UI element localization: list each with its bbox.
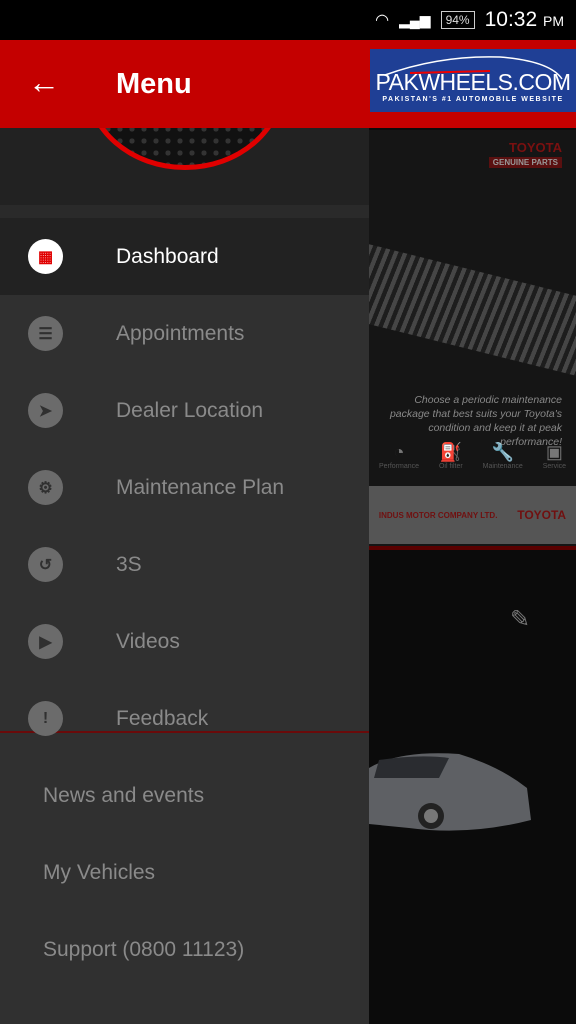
menu-item-support-0800-11123[interactable]: Support (0800 11123) (0, 911, 369, 988)
edit-pencil-icon[interactable]: ✎ (510, 605, 530, 634)
play-icon: ▶ (28, 624, 63, 659)
car-outline-icon (384, 56, 563, 80)
performance-icon: ◔ Performance (378, 442, 420, 470)
wifi-icon: ◠ (375, 12, 390, 29)
battery-indicator: 94% (440, 11, 475, 29)
banner-footer: INDUS MOTOR COMPANY LTD. TOYOTA (369, 486, 576, 544)
banner-copy: Choose a periodic maintenance package th… (389, 394, 562, 448)
menu-item-label: Maintenance Plan (116, 475, 285, 499)
clock: 10:32 PM (484, 8, 564, 31)
menu-item-dealer-location[interactable]: ➤ Dealer Location (0, 372, 369, 449)
menu-item-feedback[interactable]: ! Feedback (0, 680, 369, 757)
menu-item-appointments[interactable]: ☰ Appointments (0, 295, 369, 372)
toyota-logo: TOYOTA GENUINE PARTS (488, 140, 562, 168)
menu-item-videos[interactable]: ▶ Videos (0, 603, 369, 680)
promo-banner[interactable]: TOYOTA GENUINE PARTS Choose a periodic ma… (369, 130, 576, 548)
banner-icons: ◔ Performance ⛽ Oil filter 🔧 Maintenance ▣ S… (369, 442, 576, 470)
pakwheels-logo[interactable]: PAKWHEELS.COM PAKISTAN'S #1 AUTOMOBILE W… (370, 49, 576, 112)
gear-wrench-icon: ⚙ (28, 470, 63, 505)
status-bar: ◠ ▂▄▆ 94% 10:32 PM (0, 0, 576, 40)
menu-item-3s[interactable]: ↺ 3S (0, 526, 369, 603)
menu-item-label: Dashboard (116, 244, 219, 268)
menu-item-label: Videos (116, 629, 180, 653)
menu-item-maintenance-plan[interactable]: ⚙ Maintenance Plan (0, 449, 369, 526)
service-icon: ▣ Service (542, 442, 567, 470)
menu-item-my-vehicles[interactable]: My Vehicles (0, 834, 369, 911)
oil-filter-icon: ⛽ Oil filter (438, 442, 463, 470)
profile-avatar[interactable] (85, 128, 285, 170)
feedback-icon: ! (28, 701, 63, 736)
dashboard-icon: ▦ (28, 239, 63, 274)
maintenance-icon: 🔧 Maintenance (482, 442, 523, 470)
signal-icon: ▂▄▆ (399, 11, 431, 28)
3s-replay-icon: ↺ (28, 547, 63, 582)
app-bar: ← Menu PAKWHEELS.COM PAKISTAN'S #1 AUTOM… (0, 40, 576, 128)
navigation-icon: ➤ (28, 393, 63, 428)
menu-item-news-and-events[interactable]: News and events (0, 757, 369, 834)
menu-item-dashboard[interactable]: ▦ Dashboard (0, 218, 369, 295)
appointments-icon: ☰ (28, 316, 63, 351)
navigation-drawer: ▦ Dashboard ☰ Appointments ➤ Dealer Location ⚙… (0, 128, 369, 1024)
drawer-header (0, 128, 369, 205)
menu-item-label: Appointments (116, 321, 245, 345)
menu-item-label: Dealer Location (116, 398, 264, 422)
menu-item-label: Feedback (116, 706, 209, 730)
divider (369, 546, 576, 550)
zipper-graphic (369, 244, 576, 376)
car-image (369, 753, 531, 831)
back-arrow-icon[interactable]: ← (28, 64, 60, 100)
menu-item-label: 3S (116, 552, 142, 576)
page-title: Menu (116, 68, 192, 100)
